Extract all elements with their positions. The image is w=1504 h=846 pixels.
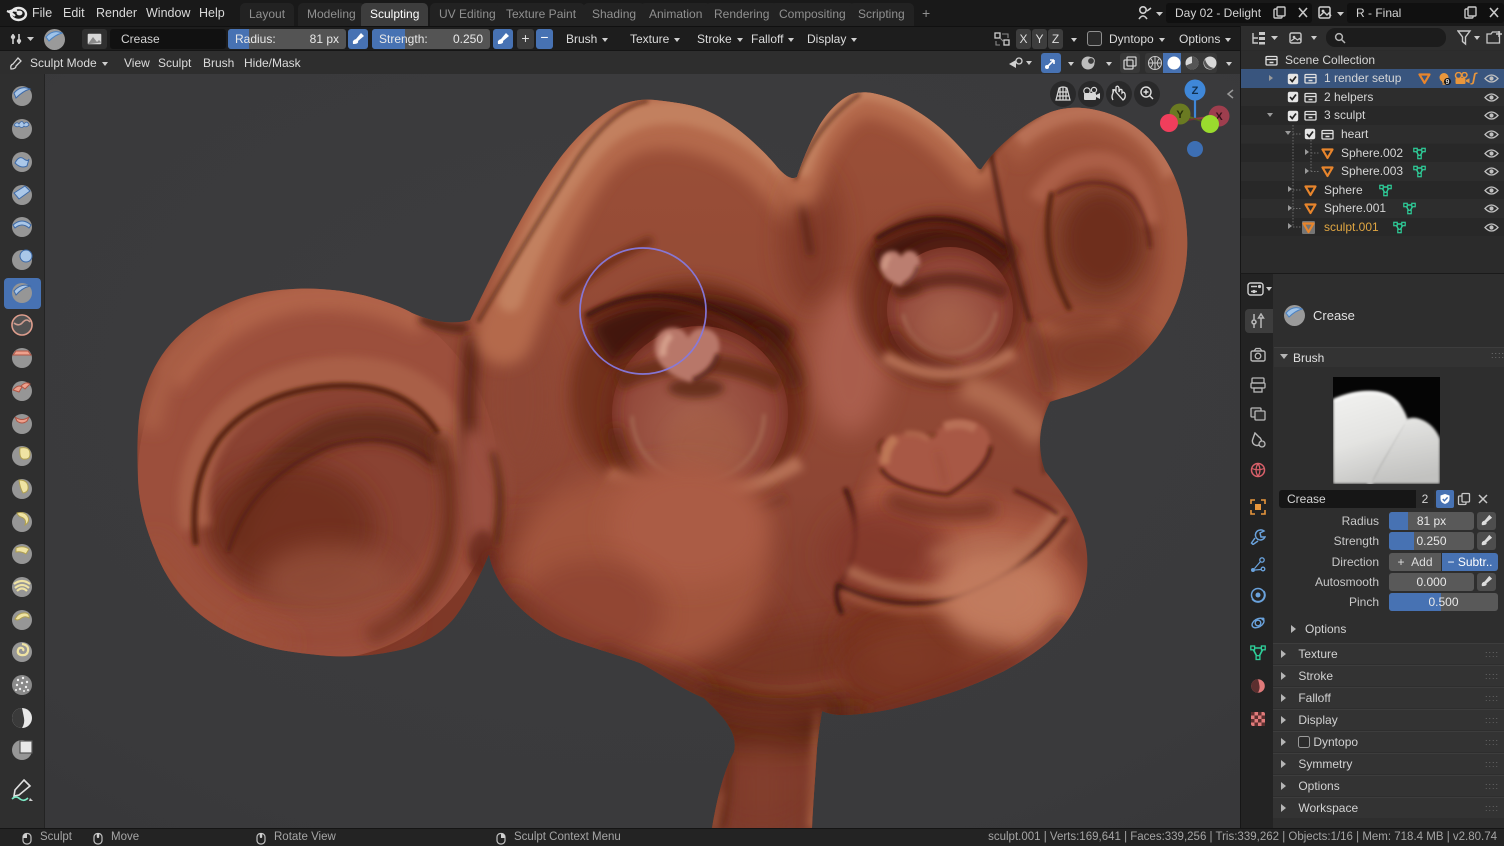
svg-text:Y: Y [1176,109,1184,121]
svg-text:Z: Z [1192,85,1199,97]
